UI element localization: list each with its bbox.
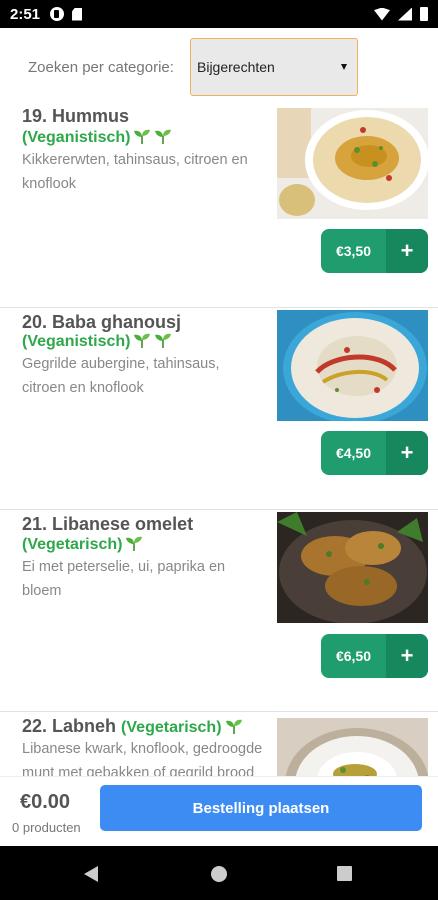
app-notification-icon [50,7,65,21]
diet-label: (Veganistisch) [22,333,131,350]
sprout-icon [155,129,172,144]
item-title: 20. Baba ghanousj [22,312,182,332]
sprout-icon [134,129,151,144]
diet-label: (Vegetarisch) [22,536,123,553]
plus-icon: + [386,431,428,475]
plus-icon: + [386,634,428,678]
item-title: 21. Libanese omelet [22,514,194,534]
item-description: Ei met peterselie, ui, paprika en bloem [22,559,226,599]
diet-tag: (Vegetarisch) [22,535,143,554]
labneh-photo [277,718,428,776]
category-filter-label: Zoeken per categorie: [28,58,174,76]
plus-icon: + [386,229,428,273]
status-time: 2:51 [10,5,41,23]
dropdown-arrow-icon [341,64,347,70]
sprout-icon [225,719,242,734]
item-description: Gegrilde aubergine, tahinsaus, citroen e… [22,356,220,396]
item-description: Libanese kwark, knoflook, gedroogde munt… [22,741,263,776]
status-icons [374,7,428,21]
item-title: 22. Labneh (Vegetarisch) [22,716,243,737]
diet-label: (Veganistisch) [22,129,131,146]
diet-label: (Vegetarisch) [121,719,222,736]
cart-total: €0.00 [20,791,71,813]
cart-bar: €0.00 0 producten Bestelling plaatsen [0,776,438,846]
add-to-cart-button[interactable]: €4,50 + [321,431,428,475]
wifi-icon [374,7,390,21]
sd-card-icon [72,7,83,21]
cart-item-count: 0 producten [12,820,81,835]
sprout-icon [155,333,172,348]
item-title-text: 22. Labneh [22,716,117,736]
category-select[interactable]: Bijgerechten [190,38,358,96]
menu-item: 19. Hummus (Veganistisch) Kikkererwten, … [0,106,438,308]
menu-item: 21. Libanese omelet (Vegetarisch) Ei met… [0,510,438,712]
signal-icon [398,7,412,21]
back-icon[interactable] [84,866,98,882]
add-to-cart-button[interactable]: €3,50 + [321,229,428,273]
sprout-icon [126,536,143,551]
price-label: €6,50 [335,648,372,664]
diet-tag: (Veganistisch) [22,332,172,351]
status-bar: 2:51 [0,0,438,28]
baba-ghanoush-photo [277,310,428,421]
omelet-photo [277,512,428,623]
sprout-icon [134,333,151,348]
category-select-value: Bijgerechten [197,59,275,75]
price-label: €4,50 [335,445,372,461]
home-icon[interactable] [211,866,227,882]
place-order-button[interactable]: Bestelling plaatsen [100,785,422,831]
hummus-photo [277,108,428,219]
add-to-cart-button[interactable]: €6,50 + [321,634,428,678]
price-label: €3,50 [335,243,372,259]
item-title: 19. Hummus [22,106,130,126]
battery-icon [420,7,428,21]
recents-icon[interactable] [337,866,352,881]
menu-list[interactable]: 19. Hummus (Veganistisch) Kikkererwten, … [0,106,438,776]
category-filter: Zoeken per categorie: Bijgerechten [0,28,438,106]
item-description: Kikkererwten, tahinsaus, citroen en knof… [22,152,248,192]
menu-item: 20. Baba ghanousj (Veganistisch) Gegrild… [0,308,438,510]
system-nav-bar [0,846,438,900]
menu-item: 22. Labneh (Vegetarisch) Libanese kwark,… [0,712,438,776]
diet-tag: (Veganistisch) [22,128,172,147]
